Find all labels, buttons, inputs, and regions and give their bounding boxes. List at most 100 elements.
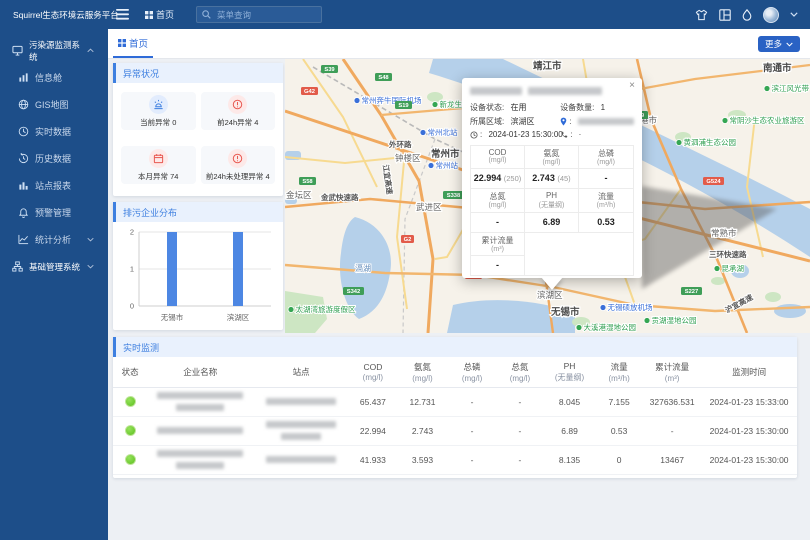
sidebar-item-statistics[interactable]: 统计分析 xyxy=(0,226,108,253)
redacted-text xyxy=(157,392,243,399)
sidebar-item-label: 实时数据 xyxy=(35,125,71,138)
tab-bar: 首页 更多 xyxy=(108,29,810,59)
park-poi-icon xyxy=(764,86,770,92)
theme-shirt-icon[interactable] xyxy=(695,9,708,21)
svg-text:S48: S48 xyxy=(378,75,389,81)
map-poi-label: 黄泗浦生态公园 xyxy=(684,137,737,147)
metric-value: 2.743 (45) xyxy=(525,169,579,189)
bar-chart-icon xyxy=(18,72,29,83)
alert-circle-icon xyxy=(228,95,247,114)
value-cell-flow: 0 xyxy=(595,446,643,475)
redacted-text xyxy=(176,404,224,411)
chevron-down-icon xyxy=(87,237,94,242)
table-row[interactable]: 22.9942.743--6.890.53-2024-01-23 15:30:0… xyxy=(113,417,797,446)
redacted-text xyxy=(470,87,522,95)
redacted-text xyxy=(157,427,243,434)
more-button-label: 更多 xyxy=(765,38,782,50)
navbar-actions xyxy=(695,7,798,23)
sidebar-item-alert-management[interactable]: 预警管理 xyxy=(0,199,108,226)
column-header: 流量(m³/h) xyxy=(595,357,643,388)
svg-text:S342: S342 xyxy=(347,289,361,295)
popup-metrics-table: COD(mg/l) 氨氮(mg/l) 总磷(mg/l) 22.994 (250)… xyxy=(470,145,634,276)
status-dot-green xyxy=(125,425,136,436)
flame-icon[interactable] xyxy=(742,9,752,21)
redacted-text xyxy=(266,398,336,405)
map-poi-label: 常州站 xyxy=(436,160,459,170)
sidebar-item-history-data[interactable]: 历史数据 xyxy=(0,145,108,172)
column-header: 状态 xyxy=(113,357,147,388)
layout-columns-icon[interactable] xyxy=(719,9,731,21)
status-dot-green xyxy=(125,396,136,407)
card-current-anomaly[interactable]: 当前异常 0 xyxy=(121,92,196,130)
chevron-down-icon[interactable] xyxy=(790,12,798,17)
map-label: 金坛区 xyxy=(286,190,312,200)
nav-home-item[interactable]: 首页 xyxy=(145,8,174,21)
column-header: 企业名称 xyxy=(147,357,253,388)
popup-title-redacted xyxy=(470,86,634,96)
value-cell-cod: 65.437 xyxy=(349,388,397,417)
sidebar-item-realtime-data[interactable]: 实时数据 xyxy=(0,118,108,145)
value-cell-tp: - xyxy=(448,446,496,475)
device-count-value: 1 xyxy=(601,103,605,112)
sidebar-section-pollution[interactable]: 污染源监测系统 xyxy=(0,37,108,64)
sidebar-section-label: 基础管理系统 xyxy=(29,261,80,273)
map-poi-label: 大溪港湿地公园 xyxy=(584,322,637,332)
table-row[interactable]: 65.43712.731--8.0457.155327636.5312024-0… xyxy=(113,388,797,417)
more-button[interactable]: 更多 xyxy=(758,36,800,52)
value-cell-tn: - xyxy=(496,388,544,417)
sidebar-item-gis-map[interactable]: GIS地图 xyxy=(0,91,108,118)
user-avatar[interactable] xyxy=(763,7,779,23)
menu-search-input[interactable] xyxy=(215,9,316,21)
history-icon xyxy=(18,153,29,164)
column-header: 总磷(mg/l) xyxy=(448,357,496,388)
hamburger-menu-icon[interactable] xyxy=(116,9,129,20)
value-cell-total_flow: 13467 xyxy=(643,446,701,475)
value-cell-nh3: 12.731 xyxy=(397,388,448,417)
enterprise-name-cell xyxy=(147,446,253,475)
tab-home[interactable]: 首页 xyxy=(113,29,153,58)
sidebar-item-info-cabin[interactable]: 信息舱 xyxy=(0,64,108,91)
card-month-anomaly[interactable]: 本月异常 74 xyxy=(121,146,196,184)
sidebar-item-label: 站点报表 xyxy=(35,179,71,192)
svg-text:S19: S19 xyxy=(398,103,409,109)
redacted-text xyxy=(578,118,634,125)
redacted-text xyxy=(281,433,321,440)
map-poi-label: 常阴沙生态农业旅游区 xyxy=(730,115,805,125)
anomaly-cards: 当前异常 0 前24h异常 4 本月异常 74 前24h未处理异常 4 xyxy=(113,83,283,193)
sidebar-item-label: 历史数据 xyxy=(35,152,71,165)
redacted-text xyxy=(266,421,336,428)
enterprise-distribution-panel: 排污企业分布 012无锡市滨湖区 xyxy=(113,202,283,330)
chevron-up-icon xyxy=(87,48,94,53)
card-24h-anomaly[interactable]: 前24h异常 4 xyxy=(201,92,276,130)
redacted-text xyxy=(157,450,243,457)
clock-icon xyxy=(470,131,478,139)
value-cell-nh3: 3.593 xyxy=(397,446,448,475)
menu-search-box[interactable] xyxy=(196,6,322,23)
search-icon xyxy=(202,10,211,19)
close-icon[interactable]: × xyxy=(629,81,635,91)
map-canvas[interactable]: 靖江市南通市常州市钟楼区武进区金坛区张家港市无锡市滨湖区常熟市金武快速路三环快速… xyxy=(285,59,810,333)
card-24h-unhandled-anomaly[interactable]: 前24h未处理异常 4 xyxy=(201,146,276,184)
home-grid-icon xyxy=(145,11,153,19)
table-row[interactable]: 41.9333.593--8.1350134672024-01-23 15:30… xyxy=(113,446,797,475)
park-poi-icon xyxy=(676,140,682,146)
value-cell-ph: 8.045 xyxy=(544,388,595,417)
transport-poi-icon xyxy=(354,98,360,104)
map-label: 滆湖 xyxy=(355,264,371,273)
svg-text:S39: S39 xyxy=(324,67,335,73)
metric-value: 22.994 (250) xyxy=(471,169,525,189)
map-label: 外环路 xyxy=(389,139,412,149)
nav-home-label: 首页 xyxy=(156,8,174,21)
sidebar-nav: 污染源监测系统 信息舱 GIS地图 实时数据 历史数据 站点报表 预警管理 xyxy=(0,29,108,540)
value-cell-tp: - xyxy=(448,388,496,417)
station-cell xyxy=(253,388,349,417)
phone-icon xyxy=(560,131,568,139)
sidebar-section-base-system[interactable]: 基础管理系统 xyxy=(0,253,108,280)
monitor-system-icon xyxy=(12,45,23,56)
park-poi-icon xyxy=(576,325,582,331)
report-icon xyxy=(18,180,29,191)
map-poi-label: 无锡硕放机场 xyxy=(608,302,653,312)
park-poi-icon xyxy=(288,307,294,313)
sidebar-item-station-report[interactable]: 站点报表 xyxy=(0,172,108,199)
app-logo: Squirrel生态环境云服务平台 xyxy=(0,9,108,21)
